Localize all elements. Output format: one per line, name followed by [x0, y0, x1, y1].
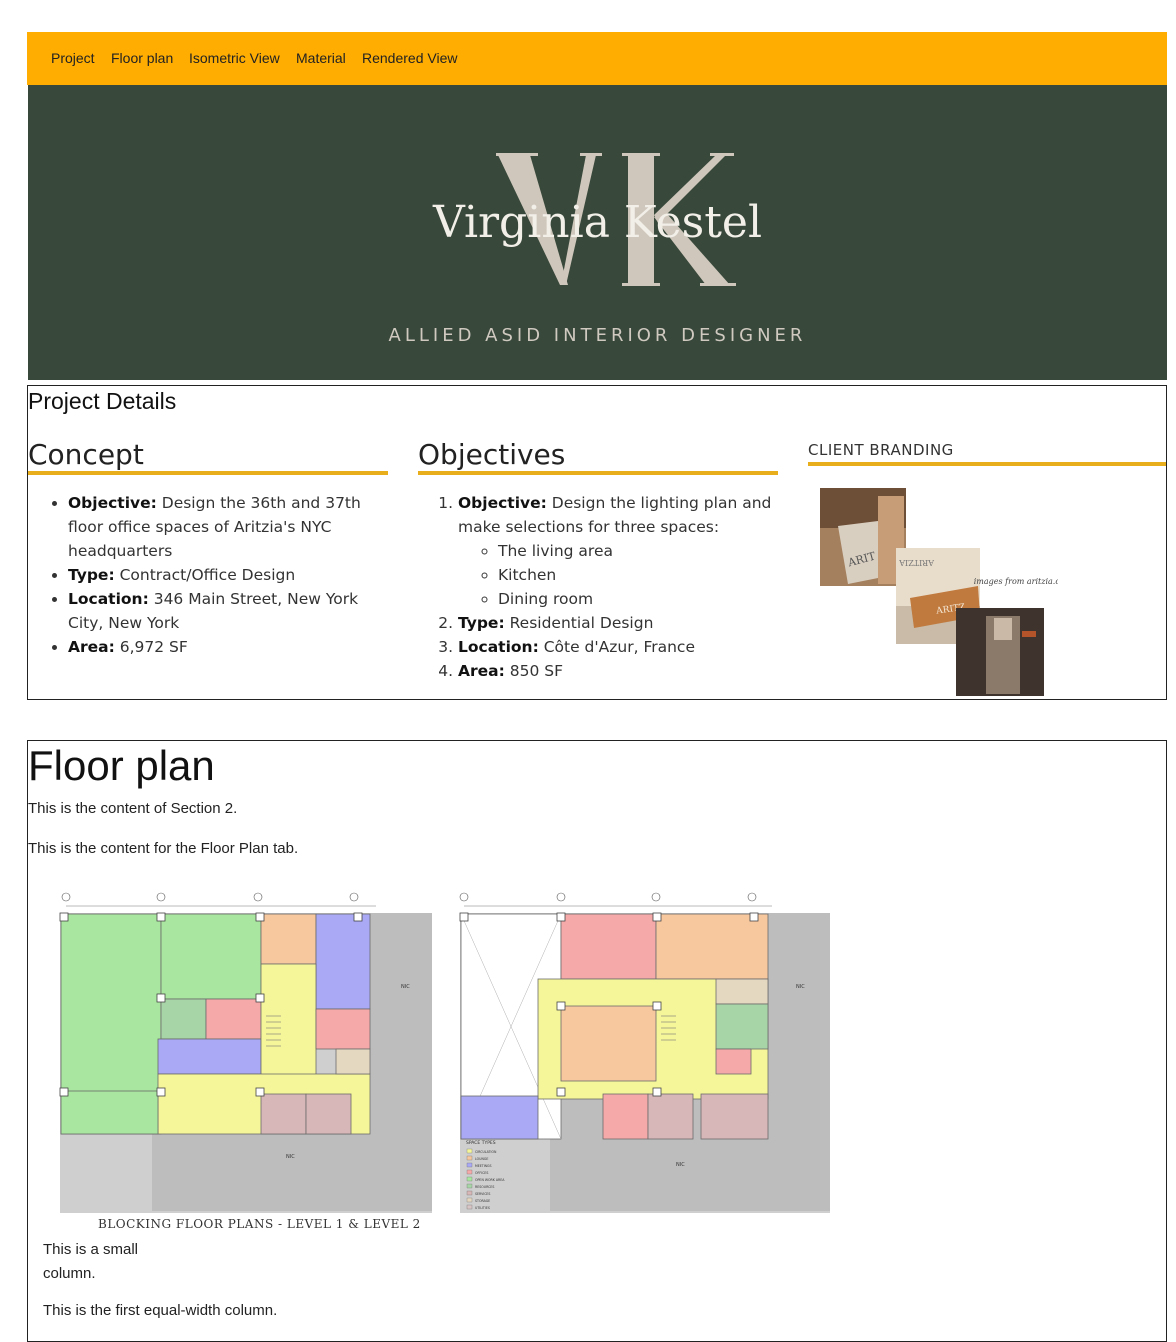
- client-branding-collage: ARIT ARITZ ARITZIA images from aritzia.c…: [820, 488, 1058, 696]
- legend-label: LOUNGE: [475, 1157, 488, 1161]
- svg-text:ARITZIA: ARITZIA: [899, 558, 935, 567]
- equal-width-column-text: This is the first equal-width column.: [43, 1302, 278, 1319]
- svg-text:NIC: NIC: [796, 984, 805, 990]
- branding-note: images from aritzia.com: [974, 577, 1058, 586]
- small-column-text: This is a small column.: [43, 1241, 139, 1282]
- legend-swatch: [466, 1148, 473, 1154]
- legend-label: OPEN WORK AREA: [475, 1178, 505, 1182]
- legend-label: UTILITIES: [475, 1206, 490, 1210]
- spaces-list: The living area Kitchen Dining room: [458, 539, 788, 611]
- concept-heading: Concept: [28, 438, 144, 471]
- list-item: Area: 850 SF: [458, 659, 788, 683]
- concept-list: Objective: Design the 36th and 37th floo…: [68, 491, 378, 659]
- list-item: Type: Contract/Office Design: [68, 563, 378, 587]
- list-item: Area: 6,972 SF: [68, 635, 378, 659]
- project-details-section: Project Details Concept Objective: Desig…: [27, 385, 1167, 700]
- list-item: Objective: Design the 36th and 37th floo…: [68, 491, 378, 563]
- legend-label: MEETINGS: [475, 1164, 492, 1168]
- svg-text:NIC: NIC: [676, 1162, 685, 1168]
- list-item: Objective: Design the lighting plan and …: [458, 491, 788, 611]
- objectives-rule: [418, 471, 778, 475]
- svg-text:NIC: NIC: [401, 984, 410, 990]
- legend-swatch: [466, 1176, 473, 1182]
- svg-text:SPACE TYPES: SPACE TYPES: [466, 1140, 496, 1146]
- list-item: Location: Côte d'Azur, France: [458, 635, 788, 659]
- branding-rule: [808, 462, 1166, 466]
- legend-swatch: [466, 1155, 473, 1161]
- nav-rendered-view[interactable]: Rendered View: [362, 50, 457, 66]
- nav-project[interactable]: Project: [51, 50, 95, 66]
- floor-plan-heading: Floor plan: [28, 742, 215, 789]
- section-title: Project Details: [28, 388, 177, 414]
- legend-label: RESOURCES: [475, 1185, 494, 1189]
- designer-name: Virginia Kestel: [432, 197, 763, 248]
- nav-floor-plan[interactable]: Floor plan: [111, 50, 173, 66]
- legend-swatch: [466, 1190, 473, 1196]
- nav-isometric-view[interactable]: Isometric View: [189, 50, 280, 66]
- legend-swatch: [466, 1162, 473, 1168]
- list-item: Dining room: [498, 587, 788, 611]
- legend-label: SERVICES: [475, 1192, 490, 1196]
- floor-plan-section: Floor plan This is the content of Sectio…: [27, 740, 1167, 1342]
- legend-swatch: [466, 1204, 473, 1210]
- list-item: Kitchen: [498, 563, 788, 587]
- objectives-heading: Objectives: [418, 438, 566, 471]
- floor-plan-caption: BLOCKING FLOOR PLANS - LEVEL 1 & LEVEL 2: [98, 1217, 421, 1231]
- list-item: Location: 346 Main Street, New York City…: [68, 587, 378, 635]
- level-2-plan: NIC NIC SPACE TYPES CIRCULATION LOUNGE MEE…: [459, 892, 830, 1213]
- level-1-plan: NIC NIC: [59, 892, 432, 1213]
- client-branding-heading: CLIENT BRANDING: [808, 441, 954, 459]
- objectives-list: Objective: Design the lighting plan and …: [458, 491, 788, 683]
- designer-title: ALLIED ASID INTERIOR DESIGNER: [388, 325, 807, 346]
- floor-plan-intro: This is the content of Section 2.: [28, 800, 238, 817]
- floor-plan-tab-text: This is the content for the Floor Plan t…: [28, 840, 299, 857]
- nav-material[interactable]: Material: [296, 50, 346, 66]
- legend-swatch: [466, 1197, 473, 1203]
- top-nav: Project Floor plan Isometric View Materi…: [27, 32, 1167, 85]
- legend-label: CIRCULATION: [475, 1150, 497, 1154]
- legend-swatch: [466, 1183, 473, 1189]
- hero-banner: Virginia Kestel ALLIED ASID INTERIOR DES…: [28, 85, 1167, 380]
- list-item: Type: Residential Design: [458, 611, 788, 635]
- legend-label: STORAGE: [475, 1199, 490, 1203]
- concept-rule: [28, 471, 388, 475]
- blocking-floor-plans-image: NIC NIC NIC NIC SPACE TYPES CIRCULATIONL…: [59, 892, 830, 1213]
- svg-text:NIC: NIC: [286, 1154, 295, 1160]
- legend-label: OFFICES: [475, 1171, 488, 1175]
- legend-swatch: [466, 1169, 473, 1175]
- list-item: The living area: [498, 539, 788, 563]
